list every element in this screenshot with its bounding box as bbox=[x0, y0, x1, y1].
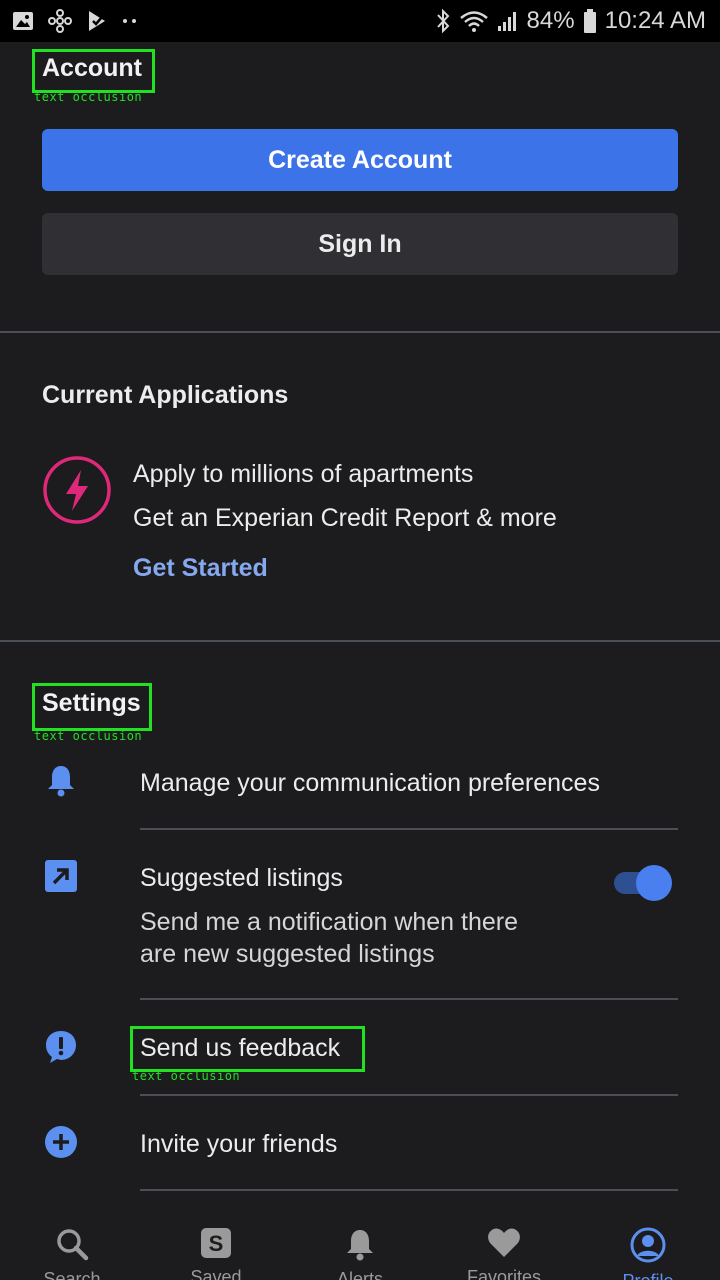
system-icons: 84% 10:24 AM bbox=[435, 6, 706, 36]
annotation-label-settings: text occlusion bbox=[34, 729, 143, 743]
annotation-box-account bbox=[32, 49, 155, 93]
annotation-label-feedback: text occlusion bbox=[132, 1069, 241, 1083]
suggested-listings-toggle[interactable] bbox=[612, 864, 674, 902]
tab-saved-label: Saved bbox=[190, 1267, 242, 1280]
battery-percent: 84% bbox=[526, 7, 575, 34]
bottom-tab-bar: Search S Saved Alerts Favorites Profile bbox=[0, 1212, 720, 1280]
section-divider bbox=[0, 331, 720, 333]
bluetooth-icon bbox=[435, 8, 451, 34]
tab-favorites[interactable]: Favorites bbox=[432, 1212, 576, 1280]
suggested-listings-item[interactable]: Suggested listings bbox=[140, 864, 343, 893]
lightning-icon bbox=[42, 455, 112, 525]
wifi-icon bbox=[459, 9, 489, 33]
play-check-icon bbox=[86, 9, 108, 33]
tab-alerts-label: Alerts bbox=[336, 1269, 383, 1280]
tab-saved[interactable]: S Saved bbox=[144, 1212, 288, 1280]
tab-profile[interactable]: Profile bbox=[576, 1212, 720, 1280]
create-account-button[interactable]: Create Account bbox=[42, 129, 678, 191]
profile-icon bbox=[630, 1227, 666, 1263]
applications-line2: Get an Experian Credit Report & more bbox=[133, 504, 557, 532]
toggle-knob bbox=[636, 865, 672, 901]
section-divider bbox=[0, 640, 720, 642]
sign-in-button[interactable]: Sign In bbox=[42, 213, 678, 275]
tab-search[interactable]: Search bbox=[0, 1212, 144, 1280]
item-divider bbox=[140, 1189, 678, 1191]
tab-favorites-label: Favorites bbox=[466, 1267, 542, 1280]
tab-profile-label: Profile bbox=[622, 1271, 673, 1280]
suggested-listings-description-2: are new suggested listings bbox=[140, 940, 435, 968]
suggested-listings-description-1: Send me a notification when there bbox=[140, 908, 519, 936]
gallery-icon bbox=[12, 10, 34, 32]
item-divider bbox=[140, 1094, 678, 1096]
annotation-label-account: text occlusion bbox=[34, 90, 143, 104]
clock: 10:24 AM bbox=[604, 7, 706, 34]
saved-s-icon: S bbox=[200, 1227, 232, 1259]
tab-search-label: Search bbox=[43, 1269, 101, 1280]
arrow-up-right-icon bbox=[44, 859, 78, 893]
battery-icon bbox=[583, 8, 597, 34]
invite-friends-item[interactable]: Invite your friends bbox=[140, 1130, 337, 1159]
notification-icons bbox=[12, 8, 138, 34]
pinwheel-icon bbox=[48, 9, 72, 33]
bell-icon bbox=[44, 762, 78, 798]
exclamation-bubble-icon bbox=[44, 1029, 78, 1065]
applications-line1: Apply to millions of apartments bbox=[133, 460, 474, 488]
get-started-link[interactable]: Get Started bbox=[133, 554, 268, 583]
heart-icon bbox=[487, 1227, 521, 1259]
applications-title: Current Applications bbox=[42, 381, 289, 409]
search-icon bbox=[55, 1227, 89, 1261]
signal-icon bbox=[497, 10, 519, 32]
item-divider bbox=[140, 828, 678, 830]
status-bar: 84% 10:24 AM bbox=[0, 0, 720, 42]
plus-circle-icon bbox=[44, 1125, 78, 1159]
annotation-box-settings bbox=[32, 683, 152, 731]
item-divider bbox=[140, 998, 678, 1000]
annotation-box-feedback bbox=[130, 1026, 365, 1072]
more-dots-icon bbox=[122, 17, 138, 25]
bell-icon bbox=[345, 1227, 375, 1261]
communication-preferences-item[interactable]: Manage your communication preferences bbox=[140, 769, 600, 798]
tab-alerts[interactable]: Alerts bbox=[288, 1212, 432, 1280]
svg-text:S: S bbox=[209, 1231, 224, 1256]
